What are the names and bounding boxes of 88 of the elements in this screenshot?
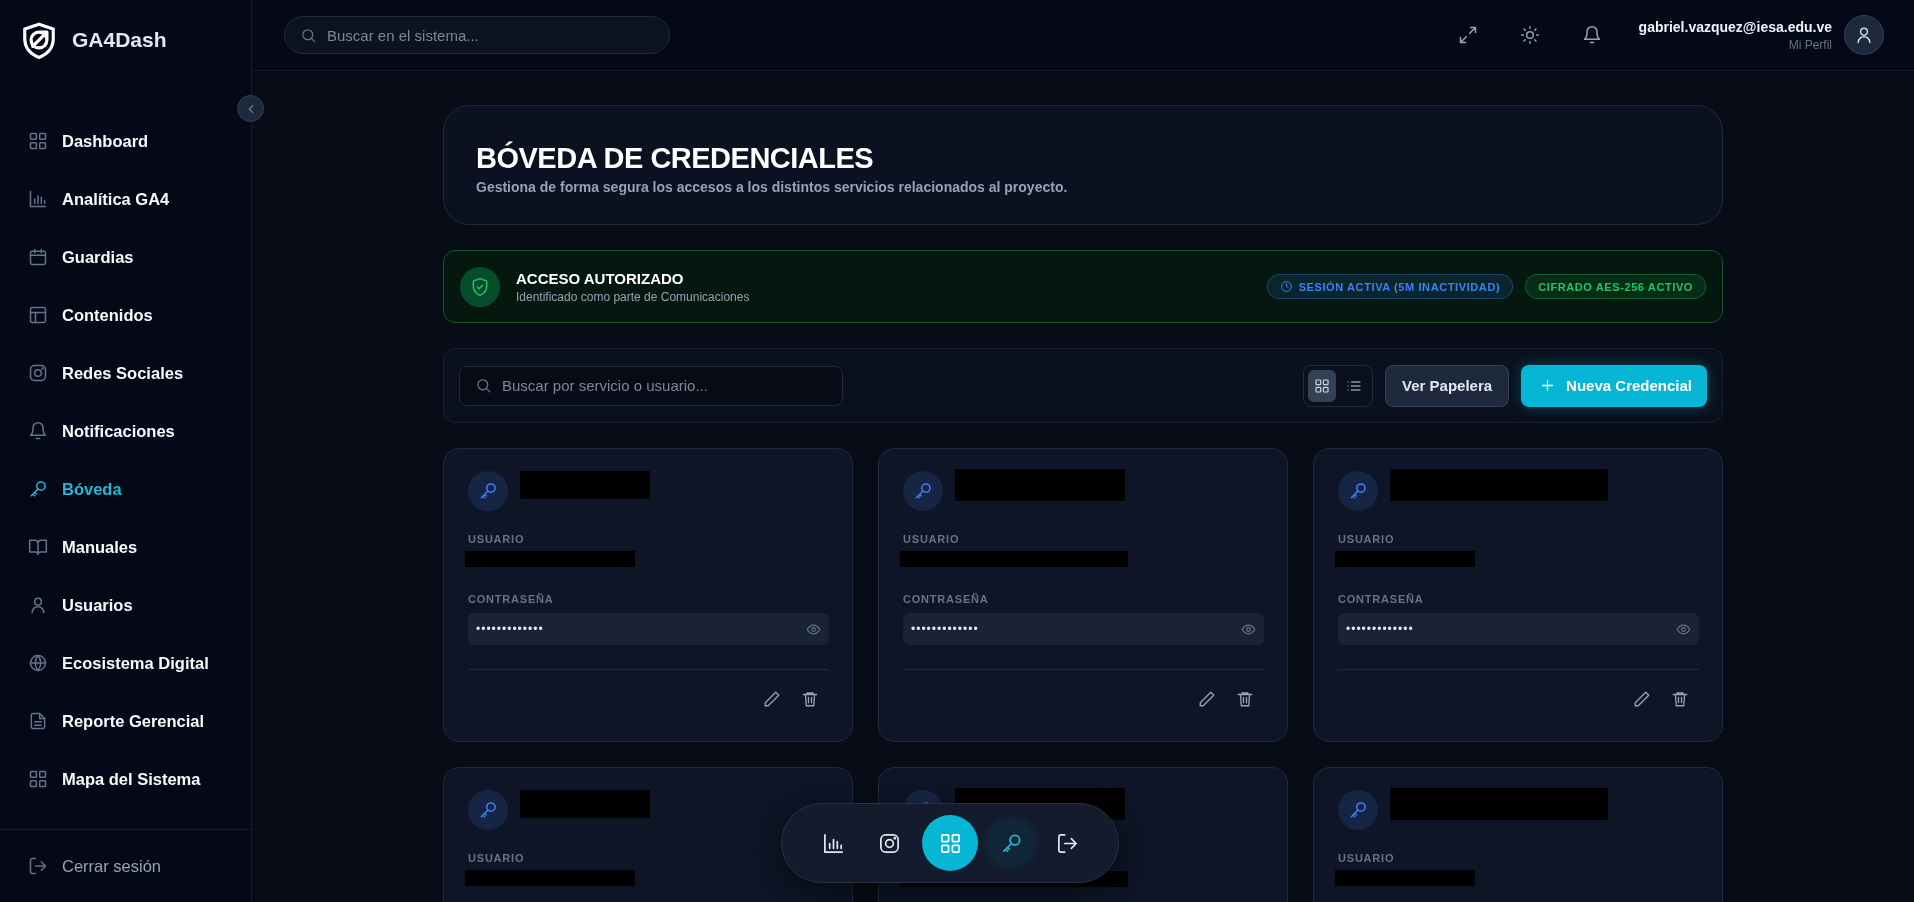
banner-title: ACCESO AUTORIZADO [516,269,685,287]
status-badge: CIFRADO AES-256 ACTIVO [1525,274,1706,299]
sidebar-item[interactable]: Dashboard [0,112,251,170]
user-email: gabriel.vazquez@iesa.edu.ve [1638,18,1832,35]
password-field[interactable]: ••••••••••••• [1338,613,1699,645]
grid-icon [1314,377,1331,394]
globe-icon [28,653,48,673]
sidebar-item[interactable]: Notificaciones [0,402,251,460]
avatar[interactable] [1844,15,1884,55]
dock-button[interactable] [922,815,978,871]
sidebar-item[interactable]: Bóveda [0,460,251,518]
key-icon [1348,800,1368,820]
sidebar-item[interactable]: Mapa del Sistema [0,750,251,808]
field-label: USUARIO [468,533,526,545]
banner-subtitle: Identificado como parte de Comunicaciones [516,289,751,304]
delete-button[interactable] [1671,690,1689,708]
field-label: USUARIO [1338,533,1396,545]
show-password-button[interactable] [1241,621,1256,637]
search-field[interactable]: Buscar por servicio o usuario... [459,365,843,406]
page-title: BÓVEDA DE CREDENCIALES [476,141,875,175]
delete-button[interactable] [801,690,819,708]
bar-chart-icon [28,189,48,209]
key-icon [28,479,48,499]
calendar-icon [28,247,48,267]
trash-icon [801,690,819,708]
eye-icon [1241,621,1256,637]
sun-icon [1519,25,1540,45]
edit-button[interactable] [1633,690,1651,708]
user-icon [28,595,48,615]
password-field[interactable]: ••••••••••••• [903,613,1264,645]
layout-icon [28,305,48,325]
field-label: USUARIO [903,533,961,545]
field-label: CONTRASEÑA [903,593,990,605]
bar-chart-icon [821,831,845,855]
field-label: USUARIO [1338,852,1396,864]
field-label: USUARIO [468,852,526,864]
edit-button[interactable] [763,690,781,708]
trash-icon [1671,690,1689,708]
password-field[interactable]: ••••••••••••• [468,613,829,645]
sidebar-item[interactable]: Contenidos [0,286,251,344]
sidebar-item[interactable]: Reporte Gerencial [0,692,251,750]
app-name: GA4Dash [72,28,167,52]
grid-icon [28,131,48,151]
search-field[interactable]: Buscar en el sistema... [284,16,670,54]
sidebar-item[interactable]: Redes Sociales [0,344,251,402]
sidebar-item[interactable]: Guardias [0,228,251,286]
field-label: CONTRASEÑA [468,593,555,605]
shield-check-icon [470,276,490,297]
logout-icon [1055,831,1079,855]
status-badge: SESIÓN ACTIVA (5M INACTIVIDAD) [1266,274,1514,299]
logout-link[interactable]: Cerrar sesión [0,837,162,895]
user-icon [1854,25,1874,45]
key-icon [478,481,498,501]
shield-logo-icon [20,21,58,59]
book-icon [28,537,48,557]
eye-icon [806,621,821,637]
key-icon [913,481,933,501]
show-password-button[interactable] [806,621,821,637]
sidebar-item[interactable]: Manuales [0,518,251,576]
grid-icon [28,769,48,789]
bell-icon [1581,25,1602,45]
expand-icon [1457,25,1478,45]
camera-icon [877,831,901,855]
trash-icon [1236,690,1254,708]
key-icon [1348,481,1368,501]
grid-icon [938,831,962,855]
field-label: CONTRASEÑA [1338,593,1425,605]
delete-button[interactable] [1236,690,1254,708]
grid-view-button[interactable] [1308,369,1337,402]
profile-link[interactable]: Mi Perfil [1788,37,1832,52]
show-password-button[interactable] [1676,621,1691,637]
document-icon [28,711,48,731]
camera-icon [28,363,48,383]
page-subtitle: Gestiona de forma segura los accesos a los distintos servicios relacionados al proyecto. [476,178,1069,195]
trash-button[interactable]: Ver Papelera [1385,364,1510,407]
pencil-icon [1198,690,1216,708]
pencil-icon [1633,690,1651,708]
sidebar-item[interactable]: Ecosistema Digital [0,634,251,692]
sidebar-item[interactable]: Usuarios [0,576,251,634]
eye-icon [1676,621,1691,637]
bell-icon [28,421,48,441]
sidebar-item[interactable]: Analítica GA4 [0,170,251,228]
logout-icon [28,856,48,876]
pencil-icon [763,690,781,708]
clock-icon [1279,280,1293,293]
key-icon [478,800,498,820]
edit-button[interactable] [1198,690,1216,708]
dock-button[interactable] [988,820,1034,866]
